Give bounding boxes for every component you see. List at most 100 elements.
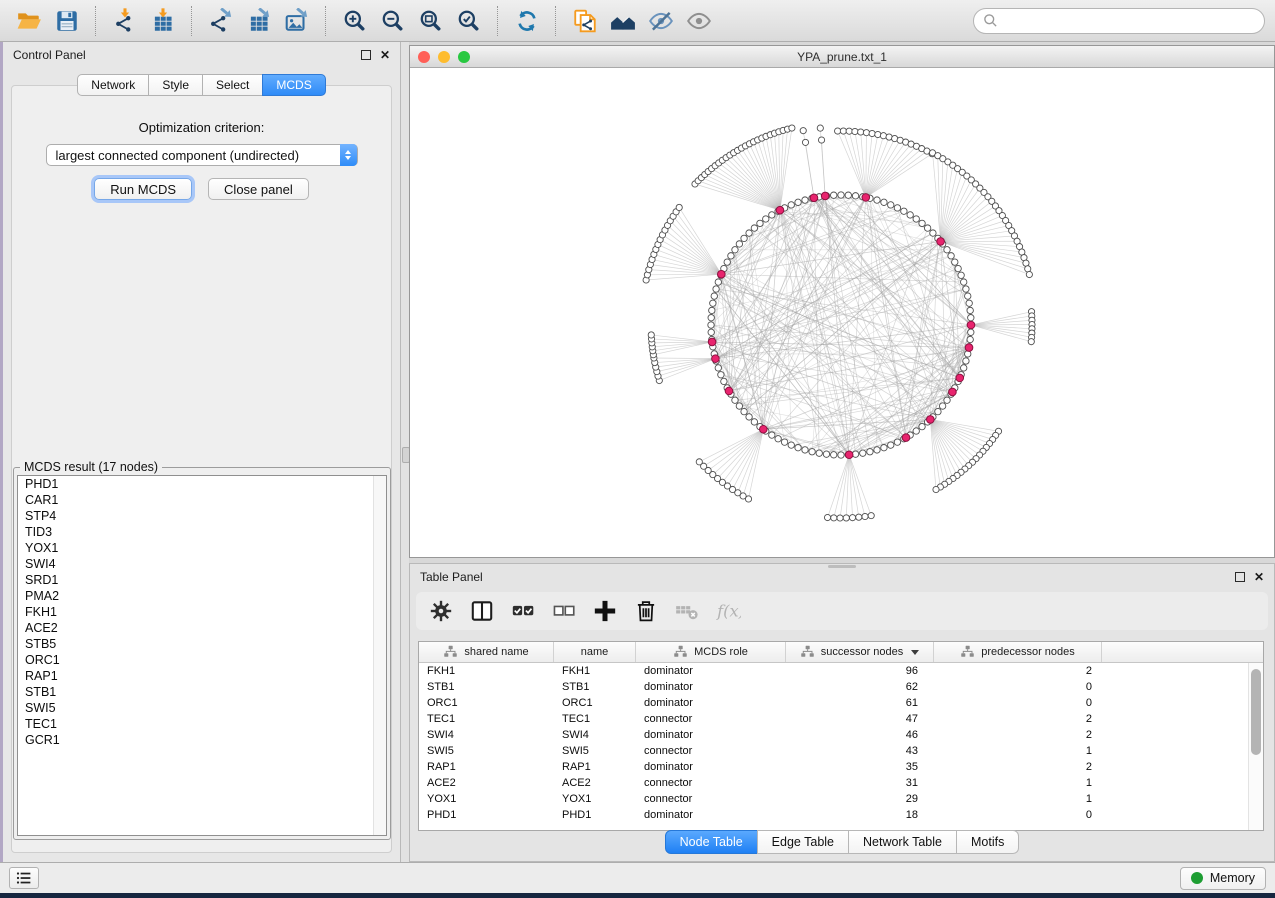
table-row[interactable]: ACE2ACE2connector311 [419,775,1263,791]
float-panel-button[interactable] [361,50,371,60]
open-file-button[interactable] [11,4,47,38]
table-row[interactable]: TEC1TEC1connector472 [419,711,1263,727]
list-item[interactable]: CAR1 [18,492,386,508]
save-session-button[interactable] [49,4,85,38]
close-window-button[interactable] [418,51,430,63]
add-column-button[interactable] [592,598,618,624]
criterion-dropdown[interactable]: largest connected component (undirected) [46,144,358,166]
node-table: shared namenameMCDS rolesuccessor nodesp… [418,641,1264,831]
hide-selected-button[interactable] [643,4,679,38]
delete-column-button[interactable] [633,598,659,624]
export-network-button[interactable] [203,4,239,38]
tab-style[interactable]: Style [148,74,203,96]
close-table-panel-button[interactable]: ✕ [1254,571,1264,583]
table-cell: STB1 [554,681,636,693]
list-item[interactable]: SRD1 [18,572,386,588]
table-row[interactable]: STB1STB1dominator620 [419,679,1263,695]
list-item[interactable]: STB1 [18,684,386,700]
table-cell: TEC1 [554,713,636,725]
table-row[interactable]: YOX1YOX1connector291 [419,791,1263,807]
list-item[interactable]: TEC1 [18,716,386,732]
tab-mcds[interactable]: MCDS [262,74,325,96]
column-header-shared-name[interactable]: shared name [419,642,554,662]
list-item[interactable]: SWI4 [18,556,386,572]
mcds-result-list[interactable]: PHD1CAR1STP4TID3YOX1SWI4SRD1PMA2FKH1ACE2… [17,475,387,836]
list-item[interactable]: STB5 [18,636,386,652]
export-table-button[interactable] [241,4,277,38]
zoom-out-button[interactable] [375,4,411,38]
export-image-button[interactable] [279,4,315,38]
tab-motifs[interactable]: Motifs [956,830,1019,854]
minimize-window-button[interactable] [438,51,450,63]
control-panel-title: Control Panel [13,48,86,62]
table-cell: dominator [636,729,786,741]
tab-node-table[interactable]: Node Table [665,830,758,854]
network-window-titlebar[interactable]: YPA_prune.txt_1 [410,46,1274,68]
tree-icon [443,645,458,659]
close-panel-button[interactable]: ✕ [380,49,390,61]
table-cell: SWI4 [419,729,554,741]
column-header-filler [1102,642,1263,662]
table-cell: 29 [786,793,934,805]
table-settings-button[interactable] [428,598,454,624]
folder-open-icon [16,8,42,34]
tab-network-table[interactable]: Network Table [848,830,957,854]
table-row[interactable]: PHD1PHD1dominator180 [419,807,1263,823]
import-network-button[interactable] [107,4,143,38]
tab-network[interactable]: Network [77,74,149,96]
zoom-selected-button[interactable] [451,4,487,38]
first-neighbors-button[interactable] [605,4,641,38]
table-panel-grip[interactable] [828,565,856,568]
column-header-name[interactable]: name [554,642,636,662]
run-mcds-button[interactable]: Run MCDS [94,178,192,200]
zoom-window-button[interactable] [458,51,470,63]
list-item[interactable]: RAP1 [18,668,386,684]
list-item[interactable]: GCR1 [18,732,386,748]
mcds-close-panel-button[interactable]: Close panel [208,178,309,200]
tab-edge-table[interactable]: Edge Table [757,830,849,854]
refresh-network-button[interactable] [509,4,545,38]
list-item[interactable]: TID3 [18,524,386,540]
tab-select[interactable]: Select [202,74,263,96]
memory-button[interactable]: Memory [1180,867,1266,890]
table-cell: 2 [934,729,1102,741]
table-row[interactable]: FKH1FKH1dominator962 [419,663,1263,679]
mcds-list-scrollbar[interactable] [373,476,386,835]
list-item[interactable]: YOX1 [18,540,386,556]
table-row[interactable]: RAP1RAP1dominator352 [419,759,1263,775]
table-cell: 61 [786,697,934,709]
table-scrollbar[interactable] [1248,663,1263,830]
duplicate-network-button[interactable] [567,4,603,38]
list-item[interactable]: PMA2 [18,588,386,604]
zoom-in-button[interactable] [337,4,373,38]
search-box[interactable] [973,8,1265,34]
search-input[interactable] [1004,12,1255,29]
scrollbar-thumb[interactable] [1251,669,1261,755]
network-canvas[interactable] [410,68,1274,558]
column-header-successor-nodes[interactable]: successor nodes [786,642,934,662]
list-item[interactable]: ORC1 [18,652,386,668]
table-row[interactable]: SWI4SWI4dominator462 [419,727,1263,743]
float-table-panel-button[interactable] [1235,572,1245,582]
list-item[interactable]: FKH1 [18,604,386,620]
table-cell: 1 [934,793,1102,805]
zoom-fit-button[interactable] [413,4,449,38]
export-network-icon [208,8,234,34]
toggle-column-view-button[interactable] [469,598,495,624]
show-columns-button[interactable] [510,598,536,624]
zoom-selected-icon [456,8,482,34]
table-cell: RAP1 [554,761,636,773]
list-item[interactable]: ACE2 [18,620,386,636]
task-history-button[interactable] [9,867,39,889]
import-table-button[interactable] [145,4,181,38]
table-row[interactable]: ORC1ORC1dominator610 [419,695,1263,711]
table-row[interactable]: SWI5SWI5connector431 [419,743,1263,759]
table-cell: connector [636,777,786,789]
show-all-button[interactable] [681,4,717,38]
list-item[interactable]: PHD1 [18,476,386,492]
column-header-predecessor-nodes[interactable]: predecessor nodes [934,642,1102,662]
list-item[interactable]: STP4 [18,508,386,524]
list-item[interactable]: SWI5 [18,700,386,716]
column-header-MCDS-role[interactable]: MCDS role [636,642,786,662]
hide-columns-button[interactable] [551,598,577,624]
